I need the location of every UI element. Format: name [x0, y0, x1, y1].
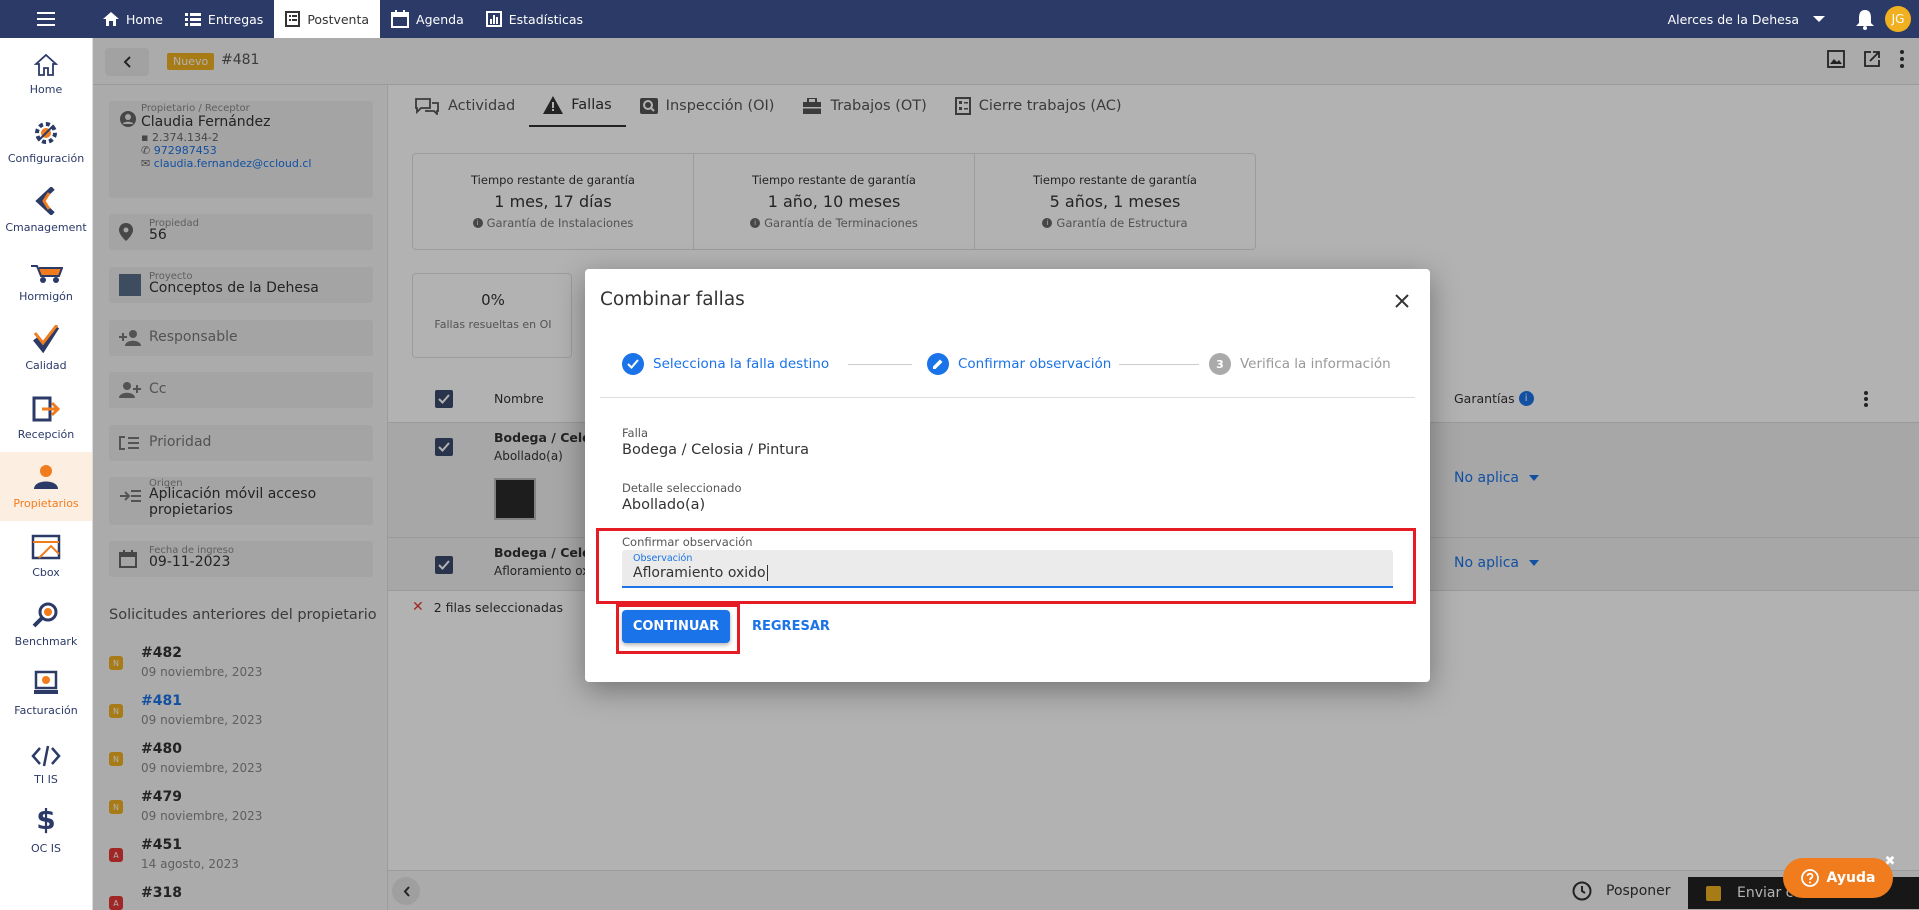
- close-icon[interactable]: ✖: [1881, 852, 1899, 870]
- confirm-observation-label: Confirmar observación: [622, 535, 753, 549]
- nav-estadisticas[interactable]: Estadísticas: [475, 0, 594, 38]
- app-sidebar: Home Configuración Cmanagement Hormigón …: [0, 38, 93, 910]
- benchmark-icon: [32, 602, 58, 628]
- sidebar-item-label: Cbox: [32, 566, 60, 579]
- sidebar-item-configuracion[interactable]: Configuración: [0, 107, 92, 176]
- falla-value: Bodega / Celosia / Pintura: [622, 442, 810, 458]
- cmanagement-icon: [35, 187, 55, 215]
- detalle-label: Detalle seleccionado: [622, 481, 742, 495]
- sidebar-item-label: Facturación: [14, 704, 78, 717]
- stepper: Selecciona la falla destino Confirmar ob…: [622, 353, 1402, 377]
- continue-button[interactable]: CONTINUAR: [622, 610, 730, 643]
- sidebar-item-propietarios[interactable]: Propietarios: [0, 452, 92, 521]
- sidebar-item-recepcion[interactable]: Recepción: [0, 383, 92, 452]
- sidebar-item-cmanagement[interactable]: Cmanagement: [0, 176, 92, 245]
- reception-icon: [32, 396, 60, 422]
- check-icon: [33, 325, 59, 353]
- sidebar-item-benchmark[interactable]: Benchmark: [0, 590, 92, 659]
- document-icon: [285, 11, 301, 27]
- billing-icon: [34, 670, 58, 694]
- bell-icon[interactable]: [1855, 8, 1875, 30]
- sidebar-item-label: TI IS: [34, 773, 58, 786]
- sidebar-item-label: Cmanagement: [5, 221, 87, 234]
- sidebar-item-label: OC IS: [30, 842, 62, 855]
- sidebar-item-label: Propietarios: [13, 497, 79, 510]
- observation-value[interactable]: Afloramiento oxido: [633, 565, 768, 581]
- nav-home-label: Home: [126, 11, 163, 27]
- observation-input[interactable]: Observación Afloramiento oxido: [622, 550, 1393, 588]
- sidebar-item-hormigon[interactable]: Hormigón: [0, 245, 92, 314]
- home-icon: [103, 12, 119, 26]
- back-button[interactable]: REGRESAR: [752, 619, 830, 634]
- sidebar-item-label: Calidad: [25, 359, 67, 372]
- help-icon: [1800, 869, 1819, 887]
- code-icon: [31, 745, 61, 767]
- sidebar-item-facturacion[interactable]: Facturación: [0, 659, 92, 728]
- bar-chart-icon: [485, 11, 502, 27]
- nav-postventa[interactable]: Postventa: [274, 0, 381, 38]
- dollar-icon: $: [36, 803, 56, 836]
- step-done-icon: [622, 353, 644, 375]
- step-label: Confirmar observación: [958, 356, 1112, 372]
- nav-postventa-label: Postventa: [307, 11, 370, 27]
- step-edit-icon: [927, 353, 949, 375]
- sidebar-item-label: Benchmark: [14, 635, 78, 648]
- sidebar-item-home[interactable]: Home: [0, 38, 92, 107]
- step-label: Verifica la información: [1240, 356, 1391, 372]
- sidebar-item-oc-is[interactable]: $ OC IS: [0, 797, 92, 866]
- nav-agenda-label: Agenda: [416, 11, 464, 27]
- avatar[interactable]: JG: [1885, 6, 1911, 32]
- falla-label: Falla: [622, 426, 649, 440]
- step-number: 3: [1209, 353, 1231, 375]
- owner-icon: [34, 465, 58, 489]
- sidebar-item-label: Hormigón: [19, 290, 73, 303]
- home-icon: [34, 53, 58, 76]
- sidebar-item-label: Home: [29, 83, 63, 96]
- combine-fallas-dialog: Combinar fallas Selecciona la falla dest…: [585, 269, 1430, 682]
- wheelbarrow-icon: [31, 265, 63, 283]
- sidebar-item-ti-is[interactable]: TI IS: [0, 728, 92, 797]
- menu-icon[interactable]: [0, 0, 92, 38]
- divider: [600, 397, 1415, 398]
- nav-estadisticas-label: Estadísticas: [508, 11, 584, 27]
- help-button[interactable]: Ayuda ✖: [1783, 854, 1895, 898]
- calendar-icon: [391, 10, 410, 28]
- nav-home[interactable]: Home: [92, 0, 174, 38]
- close-icon[interactable]: [1392, 291, 1412, 311]
- detalle-value: Abollado(a): [622, 497, 706, 513]
- sidebar-item-label: Configuración: [7, 152, 85, 165]
- nav-agenda[interactable]: Agenda: [380, 0, 475, 38]
- observation-label: Observación: [633, 553, 693, 564]
- sidebar-item-label: Recepción: [17, 428, 75, 441]
- dialog-title: Combinar fallas: [600, 289, 745, 310]
- sidebar-item-calidad[interactable]: Calidad: [0, 314, 92, 383]
- nav-entregas[interactable]: Entregas: [174, 0, 274, 38]
- step-connector: [848, 364, 912, 365]
- nav-entregas-label: Entregas: [207, 11, 264, 27]
- sidebar-item-cbox[interactable]: Cbox: [0, 521, 92, 590]
- step-connector: [1119, 364, 1199, 365]
- list-icon: [184, 12, 201, 26]
- help-label: Ayuda: [1826, 870, 1876, 886]
- top-navigation-bar: Home Entregas Postventa Agenda Estadísti…: [0, 0, 1919, 38]
- gear-icon: [35, 122, 57, 144]
- cbox-icon: [31, 534, 61, 560]
- chevron-down-icon[interactable]: [1813, 15, 1825, 23]
- project-selector[interactable]: Alerces de la Dehesa: [1668, 12, 1799, 27]
- step-label: Selecciona la falla destino: [653, 356, 830, 372]
